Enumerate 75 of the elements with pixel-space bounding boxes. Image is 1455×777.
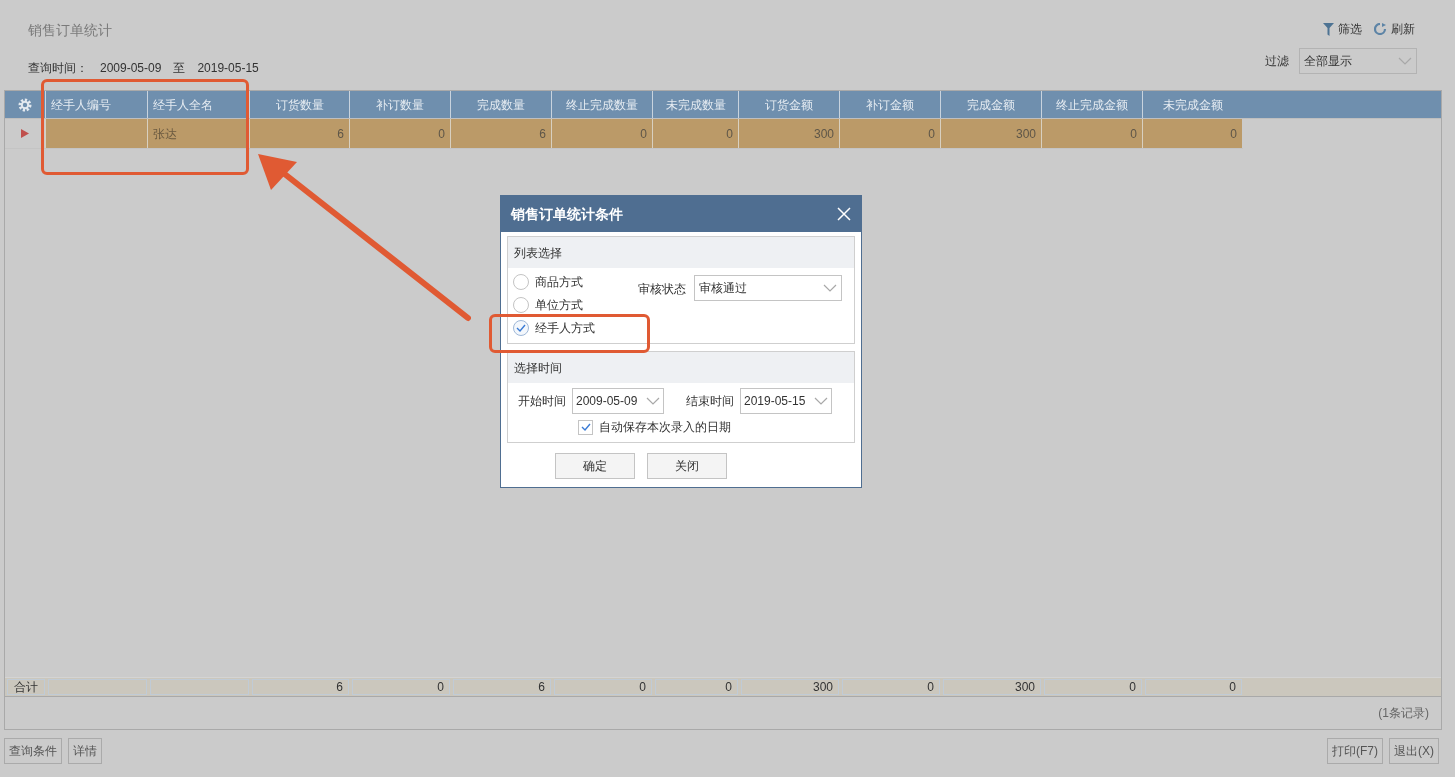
chevron-down-icon bbox=[1398, 57, 1412, 65]
page-title: 销售订单统计 bbox=[28, 21, 113, 40]
column-header[interactable]: 补订金额 bbox=[839, 91, 940, 118]
start-date-field[interactable]: 2009-05-09 bbox=[572, 388, 664, 414]
column-header[interactable]: 终止完成金额 bbox=[1041, 91, 1142, 118]
filter-label: 过滤 bbox=[1265, 53, 1289, 70]
column-header[interactable]: 终止完成数量 bbox=[551, 91, 652, 118]
column-header[interactable]: 经手人全名 bbox=[147, 91, 249, 118]
table-cell: 0 bbox=[839, 119, 940, 148]
total-cell: 6 bbox=[453, 679, 551, 695]
chevron-down-icon bbox=[823, 284, 837, 292]
end-date-field[interactable]: 2019-05-15 bbox=[740, 388, 832, 414]
settings-icon[interactable] bbox=[17, 96, 33, 113]
table-cell: 300 bbox=[738, 119, 839, 148]
column-header[interactable]: 订货金额 bbox=[738, 91, 839, 118]
table-cell: 0 bbox=[1041, 119, 1142, 148]
query-time-label: 查询时间： bbox=[28, 60, 88, 77]
record-count: (1条记录) bbox=[1378, 705, 1429, 722]
funnel-icon bbox=[1323, 22, 1334, 36]
column-header[interactable]: 经手人编号 bbox=[45, 91, 147, 118]
column-header[interactable]: 补订数量 bbox=[349, 91, 450, 118]
section-title: 选择时间 bbox=[514, 359, 562, 377]
total-cell: 300 bbox=[741, 679, 839, 695]
close-icon[interactable] bbox=[837, 207, 851, 221]
toolbar-button[interactable]: 筛选 bbox=[1323, 20, 1362, 38]
radio-option[interactable]: 单位方式 bbox=[513, 296, 638, 314]
total-cell: 0 bbox=[655, 679, 738, 695]
table-cell: 0 bbox=[551, 119, 652, 148]
chevron-down-icon bbox=[646, 397, 660, 405]
total-cell: 6 bbox=[252, 679, 349, 695]
total-cell: 0 bbox=[842, 679, 940, 695]
end-time-label: 结束时间 bbox=[686, 393, 734, 410]
dialog-button[interactable]: 关闭 bbox=[647, 453, 727, 479]
refresh-icon bbox=[1374, 23, 1387, 35]
column-header[interactable]: 订货数量 bbox=[249, 91, 349, 118]
total-cell: 0 bbox=[352, 679, 450, 695]
column-header[interactable]: 未完成数量 bbox=[652, 91, 738, 118]
query-start-date: 2009-05-09 bbox=[100, 60, 162, 77]
totals-label: 合计 bbox=[7, 679, 45, 695]
check-icon bbox=[516, 324, 526, 332]
footer-button[interactable]: 查询条件 bbox=[4, 738, 62, 764]
check-icon bbox=[580, 423, 591, 431]
table-row[interactable]: 张达 6 0 6 0 0 300 0 300 0 0 bbox=[5, 119, 1243, 149]
column-header[interactable]: 未完成金额 bbox=[1142, 91, 1242, 118]
start-time-label: 开始时间 bbox=[518, 393, 566, 410]
column-header[interactable]: 完成数量 bbox=[450, 91, 551, 118]
filter-dropdown[interactable]: 全部显示 bbox=[1299, 48, 1417, 74]
table-cell: 300 bbox=[940, 119, 1041, 148]
total-cell: 300 bbox=[943, 679, 1041, 695]
table-cell: 张达 bbox=[147, 119, 249, 148]
radio-option[interactable]: 经手人方式 bbox=[513, 319, 638, 337]
total-cell: 0 bbox=[1145, 679, 1242, 695]
radio-option[interactable]: 商品方式 bbox=[513, 273, 638, 291]
toolbar-button[interactable]: 刷新 bbox=[1374, 20, 1415, 38]
query-to-label: 至 bbox=[173, 60, 186, 77]
table-cell: 6 bbox=[249, 119, 349, 148]
table-cell: 0 bbox=[1142, 119, 1242, 148]
dialog-title: 销售订单统计条件 bbox=[511, 204, 623, 224]
autosave-checkbox[interactable]: 自动保存本次录入的日期 bbox=[578, 417, 854, 437]
total-cell: 0 bbox=[554, 679, 652, 695]
table-cell: 0 bbox=[652, 119, 738, 148]
section-title: 列表选择 bbox=[514, 244, 562, 262]
dialog-button[interactable]: 确定 bbox=[555, 453, 635, 479]
table-cell: 6 bbox=[450, 119, 551, 148]
audit-dropdown[interactable]: 审核通过 bbox=[694, 275, 842, 301]
chevron-down-icon bbox=[814, 397, 828, 405]
footer-button[interactable]: 打印(F7) bbox=[1327, 738, 1383, 764]
audit-label: 审核状态 bbox=[638, 281, 686, 298]
footer-button[interactable]: 退出(X) bbox=[1389, 738, 1439, 764]
row-pointer-icon bbox=[21, 129, 29, 138]
table-cell: 0 bbox=[349, 119, 450, 148]
footer-button[interactable]: 详情 bbox=[68, 738, 102, 764]
column-header[interactable]: 完成金额 bbox=[940, 91, 1041, 118]
query-end-date: 2019-05-15 bbox=[197, 60, 259, 77]
total-cell: 0 bbox=[1044, 679, 1142, 695]
